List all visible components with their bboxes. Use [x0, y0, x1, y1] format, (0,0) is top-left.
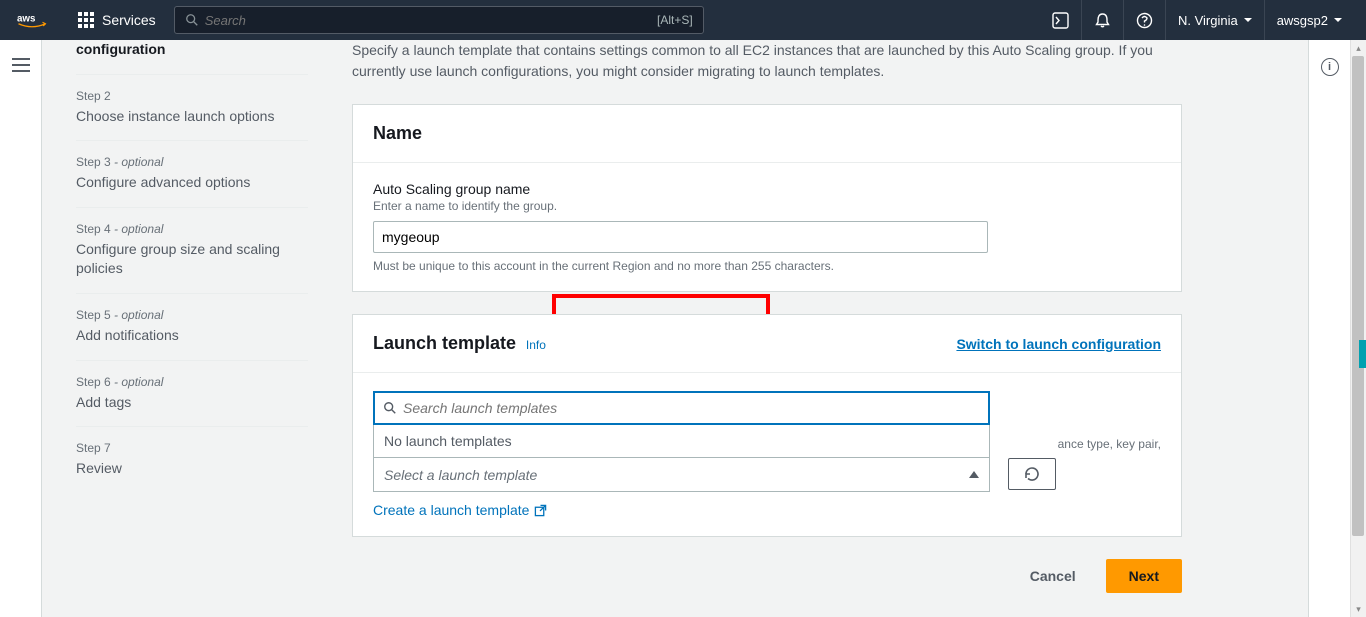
right-rail: i: [1308, 40, 1350, 617]
region-label: N. Virginia: [1178, 13, 1238, 28]
next-button[interactable]: Next: [1106, 559, 1182, 593]
template-select[interactable]: Select a launch template: [374, 457, 989, 491]
wizard-steps-sidebar: configuration Step 2 Choose instance lau…: [42, 40, 332, 577]
chevron-down-icon: [1244, 18, 1252, 22]
scroll-down-arrow[interactable]: ▾: [1351, 601, 1366, 617]
search-icon: [185, 13, 199, 27]
scroll-up-arrow[interactable]: ▴: [1351, 40, 1366, 56]
template-search-input[interactable]: [403, 400, 980, 416]
template-search[interactable]: [373, 391, 990, 425]
wizard-step-6[interactable]: Step 6 - optional Add tags: [76, 360, 308, 427]
template-select-placeholder: Select a launch template: [384, 467, 537, 483]
main-content: Specify a launch template that contains …: [332, 40, 1202, 577]
asg-name-label: Auto Scaling group name: [373, 181, 1161, 197]
services-label: Services: [102, 12, 156, 28]
vertical-scrollbar[interactable]: ▴ ▾: [1350, 40, 1366, 617]
step-title: Configure group size and scaling policie…: [76, 240, 308, 279]
wizard-step-5[interactable]: Step 5 - optional Add notifications: [76, 293, 308, 360]
left-rail: [0, 40, 42, 617]
template-dropdown: No launch templates Select a launch temp…: [373, 425, 990, 492]
wizard-actions: Cancel Next: [352, 559, 1182, 593]
step-tag: Step 7: [76, 441, 308, 455]
wizard-step-3[interactable]: Step 3 - optional Configure advanced opt…: [76, 140, 308, 207]
info-link[interactable]: Info: [526, 338, 546, 352]
create-launch-template-link[interactable]: Create a launch template: [373, 502, 547, 518]
top-nav-bar: aws Services [Alt+S] N. Virginia awsgsp2: [0, 0, 1366, 40]
step-tag: Step 5 - optional: [76, 308, 308, 322]
asg-name-hint: Must be unique to this account in the cu…: [373, 259, 1161, 273]
global-search-input[interactable]: [205, 13, 657, 28]
chevron-down-icon: [1334, 18, 1342, 22]
cancel-button[interactable]: Cancel: [1018, 560, 1088, 592]
feedback-tab[interactable]: [1359, 340, 1366, 368]
step-title: Add notifications: [76, 326, 308, 346]
step-title: Add tags: [76, 393, 308, 413]
template-empty-text: No launch templates: [374, 425, 989, 457]
name-panel-heading: Name: [373, 123, 422, 144]
step-title: Configure advanced options: [76, 173, 308, 193]
refresh-button[interactable]: [1008, 458, 1056, 490]
account-menu[interactable]: awsgsp2: [1264, 0, 1354, 40]
services-menu[interactable]: Services: [68, 0, 166, 40]
menu-toggle-icon[interactable]: [12, 58, 30, 72]
grid-icon: [78, 12, 94, 28]
global-search[interactable]: [Alt+S]: [174, 6, 704, 34]
account-label: awsgsp2: [1277, 13, 1328, 28]
intro-text: Specify a launch template that contains …: [352, 40, 1182, 82]
search-icon: [383, 401, 397, 415]
wizard-step-1[interactable]: configuration: [76, 40, 308, 74]
scrollbar-thumb[interactable]: [1352, 56, 1364, 536]
asg-name-input[interactable]: [373, 221, 988, 253]
step-tag: Step 3 - optional: [76, 155, 308, 169]
step-title: configuration: [76, 40, 308, 60]
wizard-step-7[interactable]: Step 7 Review: [76, 426, 308, 493]
chevron-up-icon: [969, 471, 979, 478]
name-panel: Name Auto Scaling group name Enter a nam…: [352, 104, 1182, 292]
svg-text:aws: aws: [17, 14, 36, 25]
step-tag: Step 4 - optional: [76, 222, 308, 236]
search-shortcut: [Alt+S]: [657, 13, 693, 27]
template-side-hint: ance type, key pair,: [1058, 437, 1161, 451]
launch-template-panel: Launch template Info Switch to launch co…: [352, 314, 1182, 537]
refresh-icon: [1023, 465, 1041, 483]
wizard-step-2[interactable]: Step 2 Choose instance launch options: [76, 74, 308, 141]
step-tag: Step 6 - optional: [76, 375, 308, 389]
help-icon[interactable]: [1123, 0, 1165, 40]
template-panel-heading: Launch template: [373, 333, 516, 353]
switch-to-launch-config-link[interactable]: Switch to launch configuration: [956, 336, 1161, 352]
step-title: Choose instance launch options: [76, 107, 308, 127]
wizard-step-4[interactable]: Step 4 - optional Configure group size a…: [76, 207, 308, 293]
region-selector[interactable]: N. Virginia: [1165, 0, 1264, 40]
asg-name-desc: Enter a name to identify the group.: [373, 199, 1161, 213]
external-link-icon: [534, 504, 547, 517]
info-panel-toggle[interactable]: i: [1321, 58, 1339, 76]
cloudshell-icon[interactable]: [1040, 0, 1081, 40]
step-title: Review: [76, 459, 308, 479]
step-tag: Step 2: [76, 89, 308, 103]
aws-logo[interactable]: aws: [12, 11, 52, 29]
notifications-icon[interactable]: [1081, 0, 1123, 40]
